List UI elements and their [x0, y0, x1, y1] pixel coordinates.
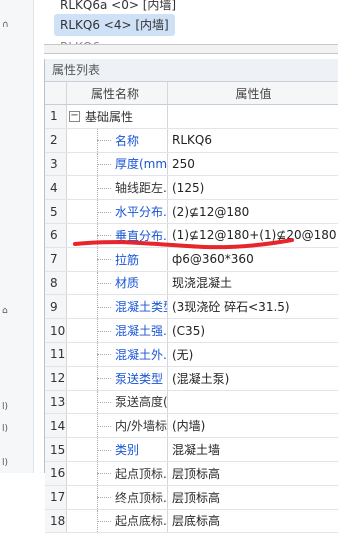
property-name: 起点底标...: [67, 509, 168, 533]
tree-guide: [97, 520, 111, 522]
tree-guide: [97, 497, 111, 499]
row-number: 18: [45, 509, 67, 533]
property-row[interactable]: 17 终点顶标...层顶标高: [45, 485, 338, 510]
property-value[interactable]: 层顶标高: [168, 486, 338, 509]
property-name: 终点顶标...: [67, 485, 168, 509]
red-annotation-underline: [73, 238, 294, 250]
property-row[interactable]: 18 起点底标...层底标高: [45, 509, 338, 533]
tree-guide: [97, 473, 111, 475]
row-number: 17: [45, 485, 67, 509]
property-name-text: 终点顶标...: [115, 490, 167, 505]
property-name-text: 起点底标...: [115, 514, 167, 529]
property-value[interactable]: 层底标高: [168, 510, 338, 533]
